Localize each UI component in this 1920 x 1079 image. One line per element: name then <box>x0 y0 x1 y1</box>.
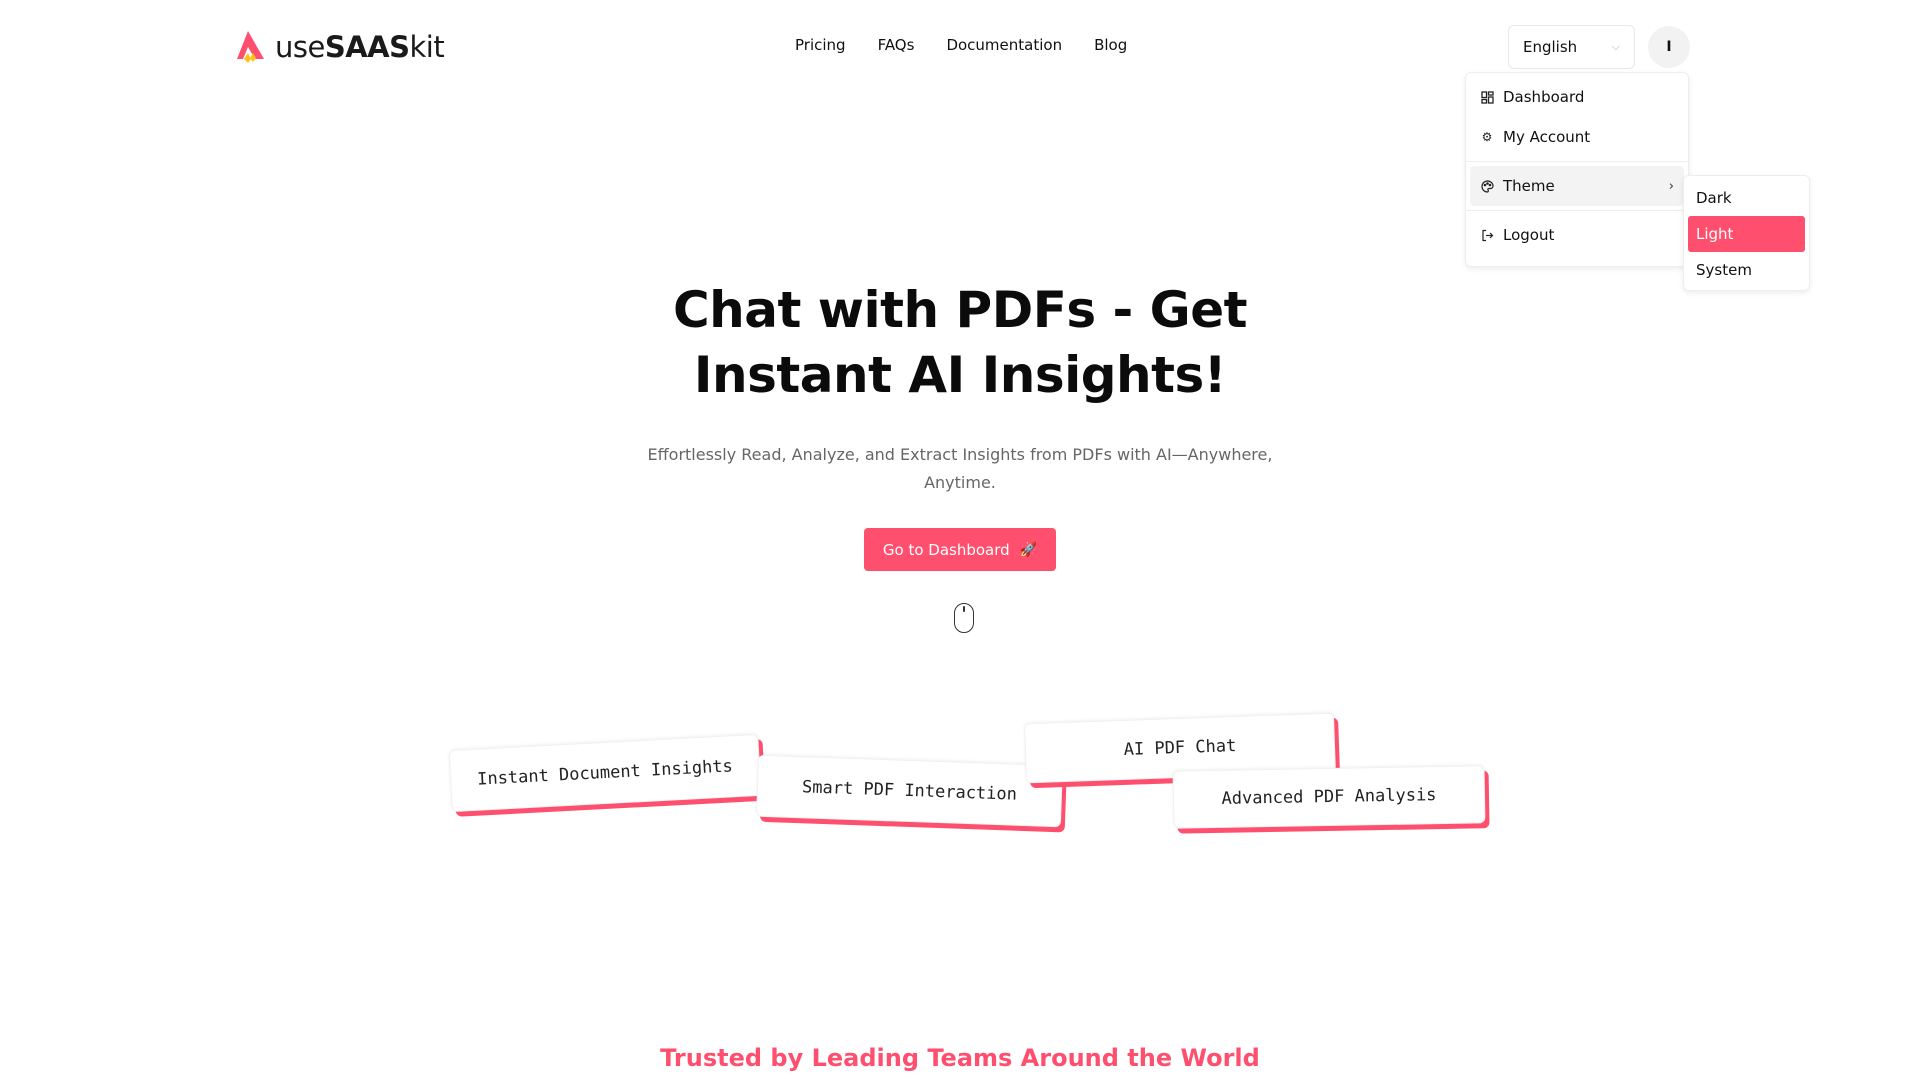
menu-divider <box>1466 161 1688 162</box>
nav-link-blog[interactable]: Blog <box>1094 36 1127 54</box>
feature-card-smart-pdf-interaction: Smart PDF Interaction <box>756 754 1063 828</box>
menu-item-label: Logout <box>1503 226 1555 244</box>
menu-item-my-account[interactable]: ⚙ My Account <box>1470 117 1684 157</box>
nav-link-documentation[interactable]: Documentation <box>946 36 1062 54</box>
theme-option-dark[interactable]: Dark <box>1688 180 1805 216</box>
gear-icon: ⚙ <box>1481 130 1493 144</box>
scroll-mouse-icon <box>954 603 974 633</box>
nav-link-faqs[interactable]: FAQs <box>878 36 915 54</box>
avatar-initial: I <box>1666 39 1672 55</box>
feature-card-label: Instant Document Insights <box>476 756 734 790</box>
user-avatar-button[interactable]: I <box>1648 26 1690 68</box>
user-menu: Dashboard ⚙ My Account Theme › Logout <box>1465 72 1689 267</box>
menu-divider <box>1466 210 1688 211</box>
theme-submenu: Dark Light System <box>1683 175 1810 291</box>
hero-title: Chat with PDFs - Get Instant AI Insights… <box>0 278 1920 408</box>
dashboard-icon <box>1480 90 1494 104</box>
main-nav: Pricing FAQs Documentation Blog <box>795 36 1127 54</box>
logout-icon <box>1480 228 1494 242</box>
rocket-logo-icon <box>233 29 267 65</box>
language-selected-value: English <box>1523 38 1578 56</box>
feature-card-label: AI PDF Chat <box>1123 736 1237 760</box>
cta-label: Go to Dashboard <box>882 540 1010 559</box>
menu-item-logout[interactable]: Logout <box>1470 215 1684 255</box>
menu-item-label: Theme <box>1503 177 1555 195</box>
nav-link-pricing[interactable]: Pricing <box>795 36 846 54</box>
go-to-dashboard-button[interactable]: Go to Dashboard 🚀 <box>864 528 1056 571</box>
chevron-right-icon: › <box>1668 178 1674 194</box>
feature-card-instant-document-insights: Instant Document Insights <box>448 733 762 813</box>
menu-item-theme[interactable]: Theme › <box>1470 166 1684 206</box>
trusted-heading: Trusted by Leading Teams Around the Worl… <box>660 1044 1260 1072</box>
hero-title-line-1: Chat with PDFs - Get <box>672 281 1248 339</box>
rocket-icon: 🚀 <box>1019 541 1038 558</box>
hero-subtitle: Effortlessly Read, Analyze, and Extract … <box>647 445 1273 492</box>
feature-card-label: Advanced PDF Analysis <box>1221 785 1437 809</box>
palette-icon <box>1480 179 1494 193</box>
chevron-down-icon: ⌵ <box>1611 40 1620 53</box>
logo[interactable]: useSAASkit <box>233 29 445 65</box>
feature-card-label: Smart PDF Interaction <box>801 777 1018 805</box>
logo-text: useSAASkit <box>275 30 445 64</box>
menu-item-label: My Account <box>1503 128 1591 146</box>
menu-item-dashboard[interactable]: Dashboard <box>1470 77 1684 117</box>
menu-item-label: Dashboard <box>1503 88 1585 106</box>
hero-title-line-2: Instant AI Insights! <box>693 346 1227 404</box>
feature-card-advanced-pdf-analysis: Advanced PDF Analysis <box>1172 765 1486 829</box>
language-select[interactable]: English ⌵ <box>1508 25 1635 69</box>
theme-option-light[interactable]: Light <box>1688 216 1805 252</box>
